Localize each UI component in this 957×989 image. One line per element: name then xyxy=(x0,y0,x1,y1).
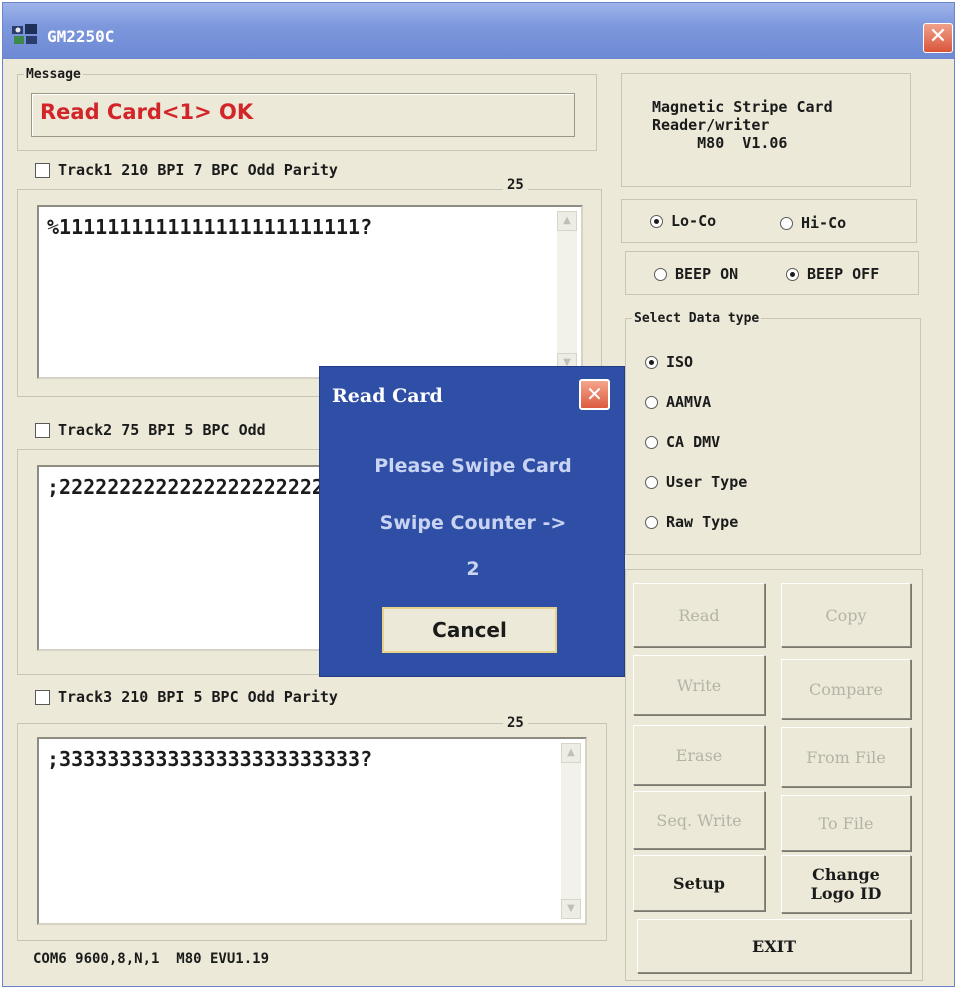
track1-data: %1111111111111111111111111? xyxy=(47,215,373,239)
title-bar[interactable]: GM2250C ✕ xyxy=(3,3,954,59)
chevron-up-icon[interactable]: ▲ xyxy=(557,211,577,231)
hi-co-radio-dot[interactable] xyxy=(780,216,793,230)
from-file-button[interactable]: From File xyxy=(781,727,911,787)
message-legend: Message xyxy=(26,67,81,82)
track3-label: Track3 210 BPI 5 BPC Odd Parity xyxy=(58,688,338,706)
track2-option[interactable]: Track2 75 BPI 5 BPC Odd xyxy=(35,421,266,439)
data-type-option[interactable]: AAMVA xyxy=(645,393,711,411)
lo-co-label: Lo-Co xyxy=(671,212,717,230)
exit-button[interactable]: EXIT xyxy=(637,919,911,973)
chevron-up-icon[interactable]: ▲ xyxy=(561,743,581,763)
change-logo-label-1: Change xyxy=(812,865,880,884)
dialog-title: Read Card xyxy=(332,385,443,407)
window-close-button[interactable]: ✕ xyxy=(923,23,953,53)
user-type-radio-dot[interactable] xyxy=(645,475,658,489)
data-type-label: Raw Type xyxy=(666,513,739,531)
hi-co-radio[interactable]: Hi-Co xyxy=(780,214,846,232)
data-type-legend: Select Data type xyxy=(634,311,760,326)
hi-co-label: Hi-Co xyxy=(801,214,847,232)
track3-data: ;3333333333333333333333333? xyxy=(47,747,373,771)
raw-type-radio-dot[interactable] xyxy=(645,515,658,529)
swipe-counter-label: Swipe Counter -> xyxy=(379,512,567,534)
copy-button[interactable]: Copy xyxy=(781,583,911,647)
coercivity-panel: Lo-Co Hi-Co xyxy=(621,199,917,243)
track3-checkbox[interactable] xyxy=(35,689,50,705)
data-type-option[interactable]: ISO xyxy=(645,353,693,371)
track1-scrollbar[interactable]: ▲ ▼ xyxy=(557,211,577,373)
track3-count: 25 xyxy=(503,715,528,731)
to-file-button[interactable]: To File xyxy=(781,795,911,851)
beep-on-radio[interactable]: BEEP ON xyxy=(654,265,738,283)
track2-checkbox[interactable] xyxy=(35,422,50,438)
track1-count: 25 xyxy=(503,177,528,193)
iso-radio-dot[interactable] xyxy=(645,355,658,369)
data-type-option[interactable]: User Type xyxy=(645,473,747,491)
swipe-prompt: Please Swipe Card xyxy=(374,455,572,477)
change-logo-label-2: Logo ID xyxy=(810,884,882,903)
compare-button[interactable]: Compare xyxy=(781,659,911,719)
track1-data-field[interactable]: %1111111111111111111111111? ▲ ▼ xyxy=(37,205,583,379)
device-info-panel: Magnetic Stripe Card Reader/writer M80 V… xyxy=(621,73,911,187)
chevron-down-icon[interactable]: ▼ xyxy=(561,899,581,919)
beep-off-radio[interactable]: BEEP OFF xyxy=(786,265,879,283)
setup-button[interactable]: Setup xyxy=(633,855,765,911)
data-type-option[interactable]: CA DMV xyxy=(645,433,720,451)
dialog-cancel-button[interactable]: Cancel xyxy=(382,607,557,653)
window-title: GM2250C xyxy=(47,27,115,46)
write-button[interactable]: Write xyxy=(633,655,765,715)
track2-label: Track2 75 BPI 5 BPC Odd xyxy=(58,421,266,439)
device-info-text: Magnetic Stripe Card Reader/writer M80 V… xyxy=(652,98,833,152)
data-type-label: CA DMV xyxy=(666,433,721,451)
track1-label: Track1 210 BPI 7 BPC Odd Parity xyxy=(58,161,338,179)
seq-write-button[interactable]: Seq. Write xyxy=(633,791,765,849)
ca-dmv-radio-dot[interactable] xyxy=(645,435,658,449)
data-type-label: ISO xyxy=(666,353,694,371)
dialog-close-button[interactable]: ✕ xyxy=(579,379,610,410)
lo-co-radio-dot[interactable] xyxy=(650,214,663,228)
track3-option[interactable]: Track3 210 BPI 5 BPC Odd Parity xyxy=(35,688,338,706)
read-card-dialog: Read Card ✕ Please Swipe Card Swipe Coun… xyxy=(319,366,625,677)
track2-data: ;2222222222222222222222 xyxy=(47,475,324,499)
read-button[interactable]: Read xyxy=(633,583,765,647)
data-type-label: AAMVA xyxy=(666,393,712,411)
lo-co-radio[interactable]: Lo-Co xyxy=(650,212,716,230)
message-text: Read Card<1> OK xyxy=(40,100,254,124)
beep-off-label: BEEP OFF xyxy=(807,265,880,283)
swipe-counter-value: 2 xyxy=(466,558,480,580)
beep-on-label: BEEP ON xyxy=(675,265,739,283)
track1-option[interactable]: Track1 210 BPI 7 BPC Odd Parity xyxy=(35,161,338,179)
change-logo-id-button[interactable]: Change Logo ID xyxy=(781,855,911,913)
main-window: GM2250C ✕ Message Read Card<1> OK Track1… xyxy=(2,2,955,987)
aamva-radio-dot[interactable] xyxy=(645,395,658,409)
beep-off-radio-dot[interactable] xyxy=(786,267,799,281)
status-bar-text: COM6 9600,8,N,1 M80 EVU1.19 xyxy=(33,951,270,967)
data-type-option[interactable]: Raw Type xyxy=(645,513,738,531)
track1-checkbox[interactable] xyxy=(35,162,50,178)
beep-panel: BEEP ON BEEP OFF xyxy=(625,251,919,295)
erase-button[interactable]: Erase xyxy=(633,725,765,785)
message-box: Read Card<1> OK xyxy=(31,93,575,137)
beep-on-radio-dot[interactable] xyxy=(654,267,667,281)
card-reader-icon xyxy=(12,24,37,44)
data-type-label: User Type xyxy=(666,473,748,491)
track3-scrollbar[interactable]: ▲ ▼ xyxy=(561,743,581,919)
track3-data-field[interactable]: ;3333333333333333333333333? ▲ ▼ xyxy=(37,737,587,925)
